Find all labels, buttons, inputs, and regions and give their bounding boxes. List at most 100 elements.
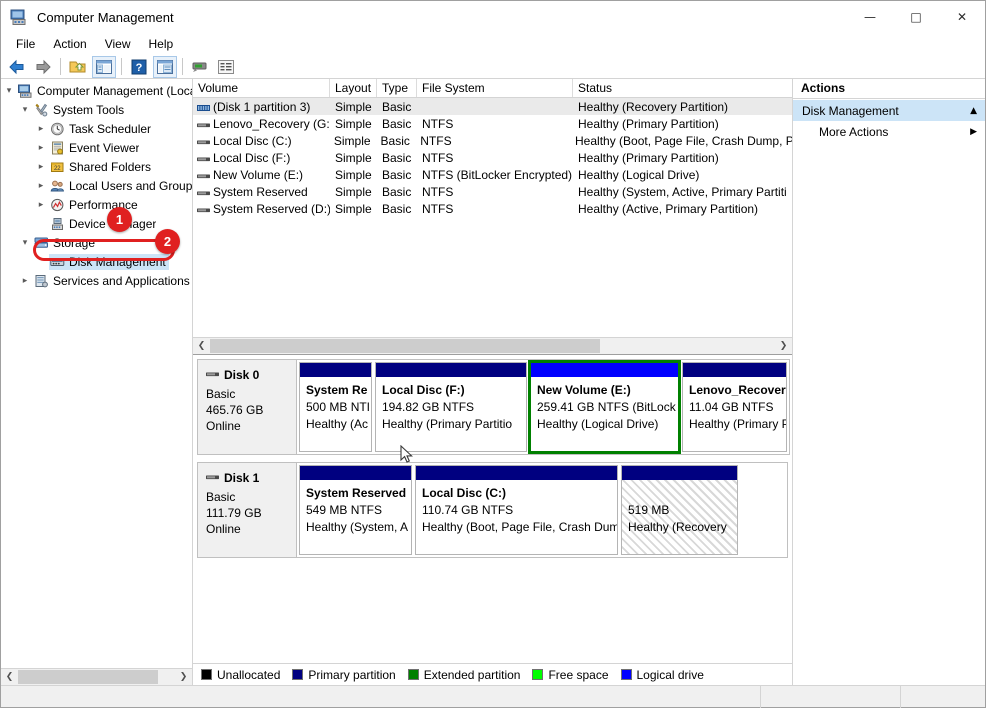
partition-system-reserved-disk1[interactable]: System Reserved 549 MB NTFS Healthy (Sys…: [299, 465, 412, 555]
chevron-right-icon[interactable]: ▶: [970, 127, 977, 137]
legend-label: Primary partition: [308, 667, 396, 682]
legend-label: Unallocated: [217, 667, 281, 682]
menu-view[interactable]: View: [96, 34, 140, 54]
cell-status: Healthy (Boot, Page File, Crash Dump, P: [575, 133, 792, 148]
maximize-button[interactable]: □: [893, 1, 939, 33]
action-more-actions[interactable]: More Actions ▶: [793, 121, 985, 143]
column-header-type[interactable]: Type: [377, 79, 417, 97]
disk-title: Disk 1: [206, 470, 296, 486]
chevron-right-icon[interactable]: ▸: [33, 143, 49, 153]
volume-list-horizontal-scrollbar[interactable]: ❮ ❯: [193, 337, 792, 354]
partition-recovery-disk1[interactable]: 519 MB Healthy (Recovery: [621, 465, 738, 555]
help-icon[interactable]: ?: [127, 56, 151, 78]
column-header-layout[interactable]: Layout: [330, 79, 377, 97]
partition-new-volume-e[interactable]: New Volume (E:) 259.41 GB NTFS (BitLock …: [528, 360, 681, 454]
cell-status: Healthy (Primary Partition): [578, 116, 719, 131]
column-header-volume[interactable]: Volume: [193, 79, 330, 97]
computer-management-icon: [10, 8, 28, 26]
chevron-right-icon[interactable]: ▸: [33, 162, 49, 172]
refresh-icon[interactable]: [188, 56, 212, 78]
system-tools-icon: [33, 103, 50, 117]
legend-item-primary-partition: Primary partition: [292, 667, 396, 682]
forward-button[interactable]: [31, 56, 55, 78]
cell-status: Healthy (Recovery Partition): [578, 99, 729, 114]
menu-file[interactable]: File: [7, 34, 44, 54]
window-title: Computer Management: [37, 9, 174, 25]
table-row[interactable]: New Volume (E:) Simple Basic NTFS (BitLo…: [193, 166, 792, 183]
chevron-down-icon[interactable]: ▾: [17, 105, 33, 115]
tree-pane-icon[interactable]: [92, 55, 116, 78]
disk-capacity: 465.76 GB: [206, 403, 264, 417]
table-row[interactable]: (Disk 1 partition 3) Simple Basic Health…: [193, 98, 792, 115]
sidebar-item-system-tools[interactable]: ▾ System Tools: [1, 100, 192, 119]
tree-item-label: Disk Management: [69, 254, 166, 269]
menu-help[interactable]: Help: [140, 34, 183, 54]
tree-item-label: Storage: [53, 235, 96, 250]
legend-swatch: [620, 669, 632, 680]
chevron-down-icon[interactable]: ▾: [17, 238, 33, 248]
partition-local-disc-c[interactable]: Local Disc (C:) 110.74 GB NTFS Healthy (…: [415, 465, 618, 555]
partition-cap: [683, 363, 786, 377]
sidebar-item-services-and-applications[interactable]: ▸ Services and Applications: [1, 271, 192, 290]
partition-title: New Volume (E:): [537, 383, 631, 397]
partition-status: Healthy (System, A: [306, 520, 409, 534]
legend-swatch: [292, 669, 304, 680]
chevron-up-icon[interactable]: ▲: [970, 106, 977, 116]
partition-lenovo-recovery-g[interactable]: Lenovo_Recovery 11.04 GB NTFS Healthy (P…: [682, 362, 787, 452]
list-view-icon[interactable]: [214, 56, 238, 78]
table-row[interactable]: Local Disc (F:) Simple Basic NTFS Health…: [193, 149, 792, 166]
actions-pane: Actions Disk Management ▲ More Actions ▶: [793, 79, 985, 685]
volume-scroll-thumb[interactable]: [210, 339, 600, 353]
sidebar-item-performance[interactable]: ▸ Performance: [1, 195, 192, 214]
cell-status: Healthy (Logical Drive): [578, 167, 700, 182]
column-header-status[interactable]: Status: [573, 79, 792, 97]
disk-info-disk-0[interactable]: Disk 0 Basic 465.76 GB Online: [197, 359, 297, 455]
tree-scroll-track[interactable]: [18, 669, 175, 685]
cell-layout: Simple: [335, 116, 372, 131]
partition-cap: [531, 363, 678, 377]
properties-icon[interactable]: [153, 55, 177, 78]
close-button[interactable]: ✕: [939, 1, 985, 33]
tree-root-computer-management[interactable]: ▾ Computer Management (Local: [1, 81, 192, 100]
chevron-down-icon[interactable]: ▾: [1, 86, 17, 96]
partition-text: 519 MB Healthy (Recovery: [622, 480, 737, 536]
minimize-button[interactable]: —: [847, 1, 893, 33]
tree-item-label: Services and Applications: [53, 273, 190, 288]
actions-group-disk-management[interactable]: Disk Management ▲: [793, 100, 985, 121]
tree-scroll-thumb[interactable]: [18, 670, 158, 684]
chevron-right-icon[interactable]: ▸: [33, 124, 49, 134]
volume-icon: [197, 187, 210, 196]
back-button[interactable]: [5, 56, 29, 78]
chevron-right-icon[interactable]: ▸: [33, 200, 49, 210]
scroll-right-arrow-icon[interactable]: ❯: [775, 338, 792, 354]
sidebar-item-task-scheduler[interactable]: ▸ Task Scheduler: [1, 119, 192, 138]
table-row[interactable]: Local Disc (C:) Simple Basic NTFS Health…: [193, 132, 792, 149]
sidebar-item-disk-management[interactable]: Disk Management: [1, 252, 192, 271]
chevron-right-icon[interactable]: ▸: [33, 181, 49, 191]
scroll-left-arrow-icon[interactable]: ❮: [1, 669, 18, 685]
status-bar: [1, 685, 985, 708]
event-viewer-icon: [49, 141, 66, 155]
scroll-right-arrow-icon[interactable]: ❯: [175, 669, 192, 685]
partition-local-disc-f[interactable]: Local Disc (F:) 194.82 GB NTFS Healthy (…: [375, 362, 527, 452]
sidebar-item-event-viewer[interactable]: ▸ Event Viewer: [1, 138, 192, 157]
disk-management-label-wrap: Disk Management: [49, 253, 169, 270]
disk-info-disk-1[interactable]: Disk 1 Basic 111.79 GB Online: [197, 462, 297, 558]
table-row[interactable]: System Reserved (D:) Simple Basic NTFS H…: [193, 200, 792, 217]
volume-rows: (Disk 1 partition 3) Simple Basic Health…: [193, 98, 792, 337]
cell-type: Basic: [382, 201, 412, 216]
scroll-left-arrow-icon[interactable]: ❮: [193, 338, 210, 354]
partition-system-reserved-disk0[interactable]: System Re 500 MB NTI Healthy (Ac: [299, 362, 372, 452]
table-row[interactable]: System Reserved Simple Basic NTFS Health…: [193, 183, 792, 200]
menu-action[interactable]: Action: [44, 34, 95, 54]
column-header-file-system[interactable]: File System: [417, 79, 573, 97]
folder-up-icon[interactable]: [66, 56, 90, 78]
table-row[interactable]: Lenovo_Recovery (G:) Simple Basic NTFS H…: [193, 115, 792, 132]
partition-status: Healthy (Boot, Page File, Crash Dum: [422, 520, 617, 534]
chevron-right-icon[interactable]: ▸: [17, 276, 33, 286]
partition-size: 500 MB NTI: [306, 400, 371, 414]
sidebar-item-local-users-and-groups[interactable]: ▸ Local Users and Groups: [1, 176, 192, 195]
volume-scroll-track[interactable]: [210, 338, 775, 354]
sidebar-item-shared-folders[interactable]: ▸ 22 Shared Folders: [1, 157, 192, 176]
tree-horizontal-scrollbar[interactable]: ❮ ❯: [1, 668, 192, 685]
